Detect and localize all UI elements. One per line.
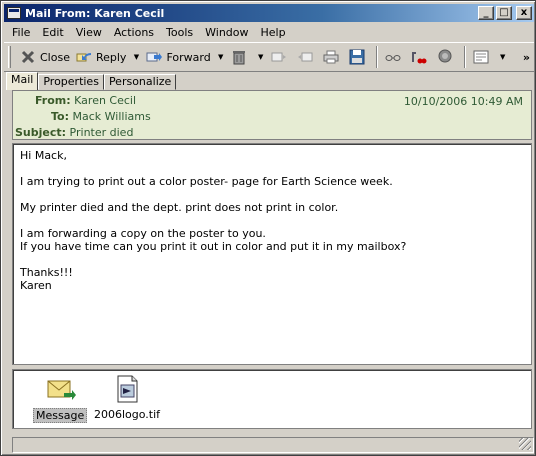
- spell-check-icon: [411, 52, 427, 64]
- badge-icon: [438, 49, 452, 63]
- tab-mail[interactable]: Mail: [6, 72, 39, 90]
- subject-row: Subject: Printer died: [15, 126, 133, 139]
- toolbar-grip[interactable]: [8, 46, 11, 68]
- delete-button[interactable]: [228, 46, 254, 68]
- toolbar-separator: [375, 46, 378, 68]
- previous-message-button[interactable]: [268, 46, 294, 68]
- subject-label: Subject:: [15, 126, 67, 139]
- menu-window[interactable]: Window: [199, 26, 254, 39]
- body-line-4: If you have time can you print it out in…: [20, 240, 407, 253]
- sent-date: 10/10/2006 10:49 AM: [403, 95, 523, 108]
- toolbar: Close Reply ▼ Forward ▼ ▼ ▼ »: [4, 42, 534, 72]
- attachment-image[interactable]: 2006logo.tif: [92, 373, 162, 421]
- attachment-message[interactable]: Message: [33, 373, 88, 423]
- attachment-image-label: 2006logo.tif: [94, 408, 161, 421]
- next-mail-icon: [297, 52, 313, 62]
- minimize-button[interactable]: _: [478, 6, 494, 20]
- reply-button[interactable]: Reply: [73, 46, 129, 68]
- menu-tools[interactable]: Tools: [160, 26, 199, 39]
- forward-button[interactable]: Forward: [143, 46, 213, 68]
- save-button[interactable]: [346, 46, 372, 68]
- maximize-button[interactable]: □: [496, 6, 512, 20]
- reply-icon: [76, 53, 91, 62]
- message-body[interactable]: Hi Mack, I am trying to print out a colo…: [12, 143, 532, 365]
- properties-button[interactable]: [470, 46, 496, 68]
- body-line-2: My printer died and the dept. print does…: [20, 201, 339, 214]
- forward-icon: [146, 52, 163, 62]
- reply-label: Reply: [95, 50, 127, 64]
- resize-grip-icon[interactable]: [519, 438, 531, 450]
- trash-can-icon: [232, 51, 245, 65]
- body-line-3: I am forwarding a copy on the poster to …: [20, 227, 266, 240]
- tab-personalize[interactable]: Personalize: [103, 74, 177, 90]
- image-file-icon: [117, 375, 138, 403]
- attachments-pane: Message 2006logo.tif: [12, 369, 532, 429]
- read-button[interactable]: [382, 46, 408, 68]
- menu-view[interactable]: View: [70, 26, 108, 39]
- next-message-button[interactable]: [294, 46, 320, 68]
- forward-label: Forward: [166, 50, 211, 64]
- window-title: Mail From: Karen Cecil: [25, 6, 165, 20]
- status-bar: [12, 437, 534, 453]
- properties-dropdown-icon[interactable]: ▼: [496, 46, 510, 68]
- body-paragraph-3: I am forwarding a copy on the poster to …: [20, 227, 524, 253]
- tab-strip: Mail Properties Personalize: [4, 72, 534, 90]
- toolbar-separator-2: [463, 46, 466, 68]
- glasses-icon: [385, 55, 401, 61]
- from-row: From: Karen Cecil: [35, 94, 136, 107]
- toolbar-overflow-chevron[interactable]: »: [523, 51, 530, 64]
- menu-help[interactable]: Help: [255, 26, 292, 39]
- body-greeting: Hi Mack,: [20, 149, 67, 162]
- subject-value: Printer died: [69, 126, 134, 139]
- properties-icon: [473, 50, 489, 64]
- mail-app-icon: [7, 7, 21, 19]
- to-value[interactable]: Mack Williams: [73, 110, 151, 123]
- printer-icon: [323, 50, 339, 64]
- message-icon: [47, 380, 77, 400]
- to-row: To: Mack Williams: [51, 110, 151, 123]
- title-bar[interactable]: Mail From: Karen Cecil _ □ x: [4, 4, 534, 22]
- floppy-disk-icon: [349, 49, 365, 65]
- previous-mail-icon: [271, 52, 286, 62]
- reply-dropdown-icon[interactable]: ▼: [129, 46, 143, 68]
- menu-bar: File Edit View Actions Tools Window Help: [4, 23, 534, 41]
- close-label: Close: [40, 50, 70, 64]
- menu-actions[interactable]: Actions: [108, 26, 160, 39]
- body-signature: Karen: [20, 279, 52, 292]
- forward-dropdown-icon[interactable]: ▼: [214, 46, 228, 68]
- close-x-icon: [21, 50, 35, 64]
- close-window-button[interactable]: x: [516, 6, 532, 20]
- mail-window: Mail From: Karen Cecil _ □ x File Edit V…: [0, 0, 536, 456]
- from-value[interactable]: Karen Cecil: [74, 94, 136, 107]
- from-label: From:: [35, 94, 71, 107]
- spell-check-button[interactable]: [408, 46, 434, 68]
- print-button[interactable]: [320, 46, 346, 68]
- message-header: From: Karen Cecil To: Mack Williams Subj…: [12, 90, 532, 140]
- security-button[interactable]: [434, 46, 460, 68]
- menu-file[interactable]: File: [6, 26, 36, 39]
- body-signoff: Thanks!!! Karen: [20, 266, 524, 292]
- close-button[interactable]: Close: [17, 46, 73, 68]
- tab-properties[interactable]: Properties: [38, 74, 104, 90]
- to-label: To:: [51, 110, 69, 123]
- delete-dropdown-icon[interactable]: ▼: [254, 46, 268, 68]
- menu-edit[interactable]: Edit: [36, 26, 69, 39]
- body-line-1: I am trying to print out a color poster-…: [20, 175, 393, 188]
- body-thanks: Thanks!!!: [20, 266, 73, 279]
- attachment-message-label: Message: [33, 408, 88, 423]
